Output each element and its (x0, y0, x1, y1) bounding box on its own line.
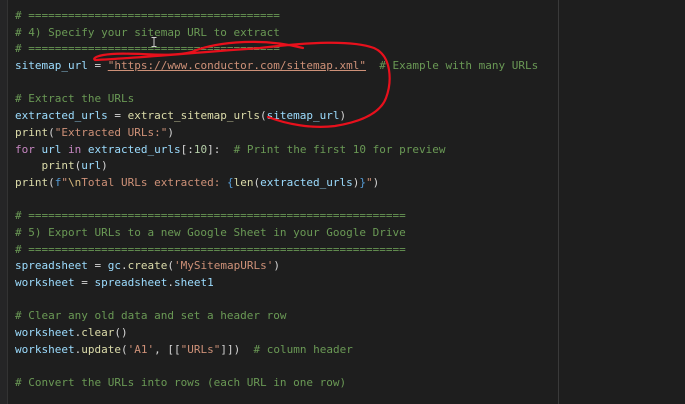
code-token-var: sheet1 (173, 276, 214, 289)
code-line[interactable]: worksheet.clear() (15, 325, 538, 342)
code-token-plain: ( (120, 342, 128, 356)
code-line[interactable]: extracted_urls = extract_sitemap_urls(si… (15, 108, 538, 125)
code-token-plain: . (167, 276, 174, 289)
code-token-string: "Extracted URLs:" (54, 125, 168, 139)
code-line[interactable] (15, 192, 538, 209)
code-token-plain: ) (372, 175, 380, 189)
code-token-var: spreadsheet (15, 259, 88, 273)
code-token-string: " (61, 175, 68, 189)
code-token-brace: { (226, 175, 234, 189)
code-line[interactable]: print(f"\nTotal URLs extracted: {len(ext… (15, 175, 538, 192)
code-token-comment: # ======================================… (15, 242, 406, 256)
code-token-comment: # ======================================… (15, 209, 406, 223)
code-token-plain: ( (48, 175, 55, 189)
code-token-string: "https://www.conductor.com/sitemap.xml" (107, 59, 367, 73)
code-token-builtin: print (41, 159, 75, 173)
code-line[interactable] (15, 75, 538, 92)
code-token-escape: \n (68, 175, 82, 189)
code-token-plain: = (87, 59, 108, 73)
code-token-builtin: print (15, 175, 49, 189)
code-line[interactable] (15, 358, 538, 375)
code-token-plain: = (107, 109, 128, 123)
code-token-comment: # 5) Export URLs to a new Google Sheet i… (15, 225, 406, 239)
code-token-comment: # column header (240, 342, 353, 356)
code-editor[interactable]: # ======================================… (0, 0, 685, 404)
code-token-func: update (81, 342, 121, 356)
code-line[interactable]: # ======================================… (15, 208, 538, 225)
code-line[interactable]: worksheet = spreadsheet.sheet1 (15, 275, 538, 292)
code-token-comment: # Convert the URLs into rows (each URL i… (15, 376, 347, 390)
code-token-plain: = (87, 259, 108, 273)
code-token-plain: ) (273, 259, 280, 273)
code-token-func: extract_sitemap_urls (127, 109, 261, 123)
code-line[interactable]: # Convert the URLs into rows (each URL i… (15, 375, 538, 392)
code-token-var: gc (107, 259, 121, 273)
code-token-var: worksheet (15, 326, 75, 340)
code-token-var: sitemap_url (15, 59, 88, 73)
code-token-builtin: len (233, 175, 254, 189)
code-token-comment: # Extract the URLs (15, 92, 135, 106)
code-cell[interactable]: # ======================================… (15, 8, 538, 392)
code-token-comment: # Print the first 10 for preview (220, 142, 446, 156)
column-ruler (558, 0, 559, 404)
code-token-keyword: in (68, 142, 82, 156)
code-token-comment: # 4) Specify your sitemap URL to extract (15, 25, 280, 39)
code-token-plain: . (120, 259, 128, 273)
code-token-string: " (366, 175, 373, 189)
code-line[interactable]: # 4) Specify your sitemap URL to extract (15, 25, 538, 42)
code-token-plain: ]]) (220, 342, 241, 356)
code-token-comment: # ====================================== (15, 9, 280, 22)
code-token-keyword: for (15, 142, 35, 156)
code-line[interactable]: for url in extracted_urls[:10]: # Print … (15, 142, 538, 159)
code-line[interactable]: # ====================================== (15, 8, 538, 25)
code-line[interactable]: # ======================================… (15, 242, 538, 259)
code-token-plain: = (74, 276, 95, 289)
code-token-var: spreadsheet (94, 276, 168, 289)
code-token-comment: # ====================================== (15, 42, 280, 56)
code-token-var: extracted_urls (260, 175, 353, 189)
code-line[interactable]: print("Extracted URLs:") (15, 125, 538, 142)
code-line[interactable]: worksheet.update('A1', [["URLs"]]) # col… (15, 342, 538, 359)
code-line[interactable] (15, 292, 538, 309)
code-token-plain: ( (260, 109, 267, 123)
code-line[interactable]: # Extract the URLs (15, 91, 538, 108)
code-line[interactable]: # ====================================== (15, 41, 538, 58)
code-token-builtin: print (15, 125, 49, 139)
code-line[interactable]: # 5) Export URLs to a new Google Sheet i… (15, 225, 538, 242)
code-token-string: Total URLs extracted: (81, 175, 227, 189)
editor-gutter (0, 0, 8, 404)
code-token-func: create (127, 259, 168, 273)
code-token-comment: # Example with many URLs (366, 59, 539, 73)
code-token-plain: ]: (207, 142, 221, 156)
code-token-var: worksheet (15, 276, 75, 289)
code-token-plain: , [[ (154, 342, 181, 356)
code-line[interactable]: sitemap_url = "https://www.conductor.com… (15, 58, 538, 75)
code-token-plain: ) (167, 125, 174, 139)
code-token-string: "URLs" (180, 342, 221, 356)
code-token-number: 10 (193, 142, 208, 156)
code-token-var: sitemap_url (266, 109, 340, 123)
code-token-func: clear (81, 326, 115, 340)
code-line[interactable]: spreadsheet = gc.create('MySitemapURLs') (15, 258, 538, 275)
code-token-var: url (41, 142, 62, 156)
code-token-plain: ( (48, 125, 55, 139)
code-line[interactable]: # Clear any old data and set a header ro… (15, 308, 538, 325)
code-token-plain: [: (180, 142, 194, 156)
code-token-string: 'A1' (127, 342, 155, 356)
code-token-var: worksheet (15, 342, 75, 356)
code-token-string: 'MySitemapURLs' (173, 259, 274, 273)
code-token-plain: ( (167, 259, 174, 273)
code-token-plain: ) (101, 159, 108, 173)
code-token-var: url (81, 159, 102, 173)
code-token-var: extracted_urls (15, 109, 108, 123)
code-line[interactable]: print(url) (15, 158, 538, 175)
code-token-comment: # Clear any old data and set a header ro… (15, 309, 287, 323)
code-token-plain: ) (339, 109, 347, 123)
code-token-var: extracted_urls (87, 142, 181, 156)
code-token-plain: () (114, 326, 128, 340)
